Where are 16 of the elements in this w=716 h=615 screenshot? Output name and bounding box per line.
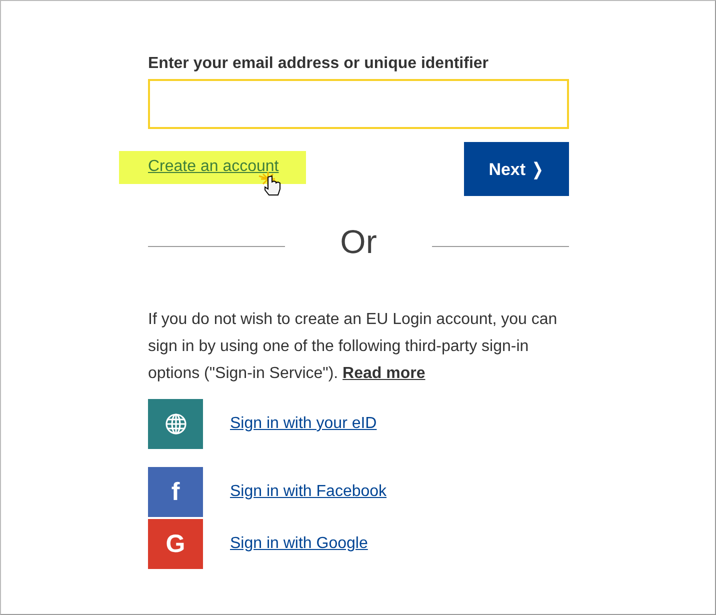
sign-in-tile[interactable]: f: [148, 467, 203, 517]
read-more-link[interactable]: Read more: [342, 365, 426, 382]
info-paragraph: If you do not wish to create an EU Login account, you can sign in by using one of the following third-party sign-in options ("Sign-in Service"). Read more: [148, 310, 558, 384]
sign-in-link[interactable]: Sign in with Facebook: [230, 483, 387, 501]
globe-icon: [164, 413, 186, 435]
letter-icon: G: [166, 531, 186, 557]
sign-in-link[interactable]: Sign in with Google: [230, 535, 368, 553]
email-input-field[interactable]: [148, 79, 569, 129]
sign-in-link[interactable]: Sign in with your eID: [230, 415, 377, 433]
or-divider-text: Or: [339, 222, 378, 262]
letter-icon: f: [171, 479, 180, 505]
sign-in-tile[interactable]: [148, 399, 203, 449]
next-button[interactable]: Next ❭: [464, 142, 569, 196]
sign-in-tile[interactable]: G: [148, 519, 203, 569]
field-label: Enter your email address or unique identifier: [148, 54, 490, 74]
create-account-link[interactable]: Create an account: [148, 158, 279, 175]
